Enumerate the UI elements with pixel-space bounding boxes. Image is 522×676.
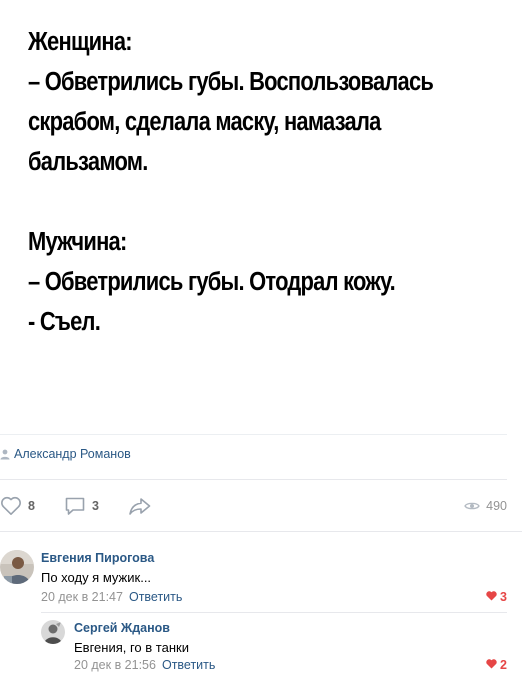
heart-icon <box>486 590 500 604</box>
share-icon <box>128 496 152 516</box>
post-author-name[interactable]: Александр Романов <box>14 447 131 461</box>
heart-icon <box>486 658 500 672</box>
comment-meta: 20 дек в 21:56 Ответить <box>74 658 215 672</box>
divider <box>0 531 522 532</box>
divider <box>41 612 507 613</box>
comment-text: По ходу я мужик... <box>41 570 152 585</box>
post-actions: 8 3 490 <box>0 494 507 518</box>
views-counter: 490 <box>464 494 507 518</box>
share-button[interactable] <box>128 494 152 518</box>
divider <box>0 479 507 480</box>
comment-meta: 20 дек в 21:47 Ответить <box>41 590 182 604</box>
meme-text: Женщина: – Обветрились губы. Воспользова… <box>28 28 434 336</box>
comment-like-button[interactable]: 3 <box>486 590 507 604</box>
comment-button[interactable]: 3 <box>64 494 99 518</box>
comment-time[interactable]: 20 дек в 21:56 <box>74 658 156 672</box>
post-image[interactable]: Женщина: – Обветрились губы. Воспользова… <box>0 0 507 435</box>
avatar[interactable] <box>41 620 65 644</box>
like-button[interactable]: 8 <box>0 494 35 518</box>
views-count: 490 <box>486 499 507 513</box>
comment-icon <box>64 496 86 516</box>
comment-like-button[interactable]: 2 <box>486 658 507 672</box>
reply-button[interactable]: Ответить <box>162 658 215 672</box>
comment-like-count: 3 <box>500 590 507 604</box>
like-count: 8 <box>28 499 35 513</box>
comment-time[interactable]: 20 дек в 21:47 <box>41 590 123 604</box>
reply-button[interactable]: Ответить <box>129 590 182 604</box>
eye-icon <box>464 501 486 511</box>
comment-author[interactable]: Евгения Пирогова <box>41 551 154 565</box>
avatar[interactable] <box>0 550 34 584</box>
comment-text: Евгения, го в танки <box>74 640 189 655</box>
heart-icon <box>0 496 22 516</box>
comment-author[interactable]: Сергей Жданов <box>74 621 170 635</box>
user-icon <box>0 448 10 460</box>
post-author[interactable]: Александр Романов <box>0 444 131 464</box>
comment-count: 3 <box>92 499 99 513</box>
comment-like-count: 2 <box>500 658 507 672</box>
